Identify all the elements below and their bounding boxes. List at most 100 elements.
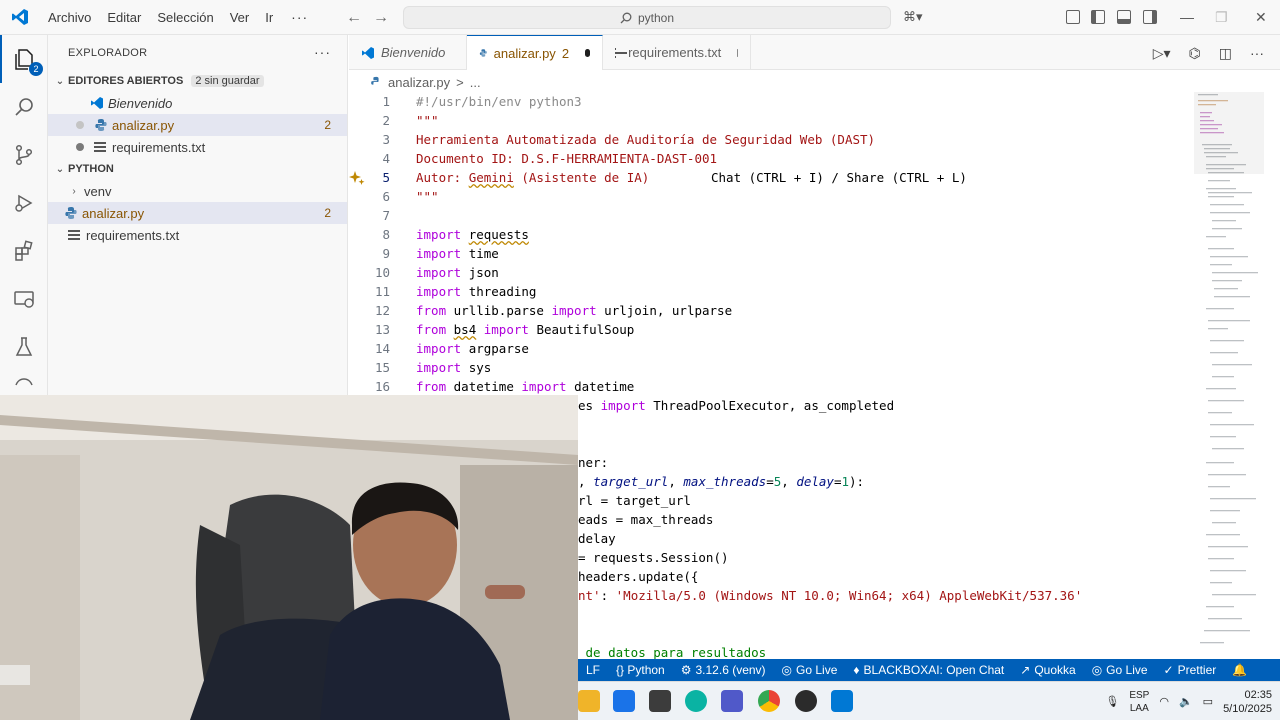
search-text: python [637,10,675,25]
status-language[interactable]: {} Python [608,663,673,677]
unsaved-dot-icon[interactable] [585,49,590,57]
minimize-icon[interactable]: — [1180,9,1194,25]
explorer-badge: 2 [29,62,43,76]
line-number: 6 [382,189,390,204]
file-explorer-icon[interactable] [578,690,600,712]
input-language[interactable]: ESP LAA [1129,689,1149,715]
source-control-icon[interactable] [0,131,48,179]
forward-arrow-icon[interactable]: → [373,9,389,27]
minimap[interactable] [1194,92,1264,652]
microphone-icon[interactable]: 🎙 [1105,695,1119,708]
volume-icon[interactable]: 🔈 [1179,695,1193,708]
menu-ir[interactable]: Ir [257,0,281,35]
tab-bienvenido[interactable]: Bienvenido [349,35,467,70]
breadcrumb-file[interactable]: analizar.py [388,75,450,90]
close-icon[interactable]: ✕ [1255,9,1267,26]
extensions-icon[interactable] [0,227,48,275]
back-arrow-icon[interactable]: ← [346,9,362,27]
run-icon[interactable]: ▷▾ [1153,45,1171,62]
webcam-image [0,395,578,720]
status-interpreter[interactable]: ⚙ 3.12.6 (venv) [673,663,774,677]
breadcrumb-separator: > [456,74,464,90]
code-line: import argparse [416,341,529,356]
line-number: 11 [374,284,390,299]
status-blackbox[interactable]: ♦ BLACKBOXAI: Open Chat [845,663,1012,677]
file-requirements[interactable]: requirements.txt [48,224,347,246]
teams-icon[interactable] [721,690,743,712]
github-desktop-icon[interactable] [795,690,817,712]
store-icon[interactable] [613,690,635,712]
run-debug-icon[interactable] [0,179,48,227]
python-folder-header[interactable]: ⌄ PYTHON [48,158,347,180]
search-icon [620,12,632,23]
line-number: 8 [382,227,390,242]
explorer-icon[interactable]: 2 [0,35,48,83]
code-line: from urllib.parse import urljoin, urlpar… [416,303,733,318]
python-file-icon [479,49,487,57]
tab-analizar[interactable]: analizar.py 2 [467,35,603,70]
menu-seleccion[interactable]: Selección [149,0,221,35]
inline-chat-hint: Chat (CTRL + I) / Share (CTRL + L) [711,170,967,185]
copilot-app-icon[interactable] [685,690,707,712]
toggle-sidebar-icon[interactable] [1091,10,1105,24]
battery-icon[interactable]: ▭ [1203,695,1213,708]
file-label: analizar.py [82,205,145,221]
remote-explorer-icon[interactable] [0,275,48,323]
webcam-overlay [0,395,578,720]
tab-label: requirements.txt [628,45,722,60]
open-editors-header[interactable]: ⌄ EDITORES ABIERTOS 2 sin guardar [48,70,347,92]
customize-layout-icon[interactable] [1066,10,1080,24]
python-file-icon [371,76,379,85]
status-quokka[interactable]: ↗ Quokka [1012,663,1083,677]
unsaved-dot-icon[interactable] [737,48,738,57]
open-editor-requirements[interactable]: requirements.txt [48,136,347,158]
code-line: es import ThreadPoolExecutor, as_complet… [578,398,895,413]
minimap-slider[interactable] [1194,92,1264,174]
code-line: rl = target_url [578,493,691,508]
command-center-search[interactable]: python [403,6,891,29]
breadcrumb-symbol[interactable]: ... [470,75,481,90]
menu-editar[interactable]: Editar [99,0,149,35]
status-go-live[interactable]: ◎ Go Live [774,663,846,677]
status-go-live-2[interactable]: ◎ Go Live [1084,663,1156,677]
open-editor-analizar[interactable]: analizar.py 2 [48,114,347,136]
code-line: Documento ID: D.S.F-HERRAMIENTA-DAST-001 [416,151,718,166]
accounts-icon[interactable] [0,371,48,395]
file-analizar[interactable]: analizar.py 2 [48,202,347,224]
toggle-panel-icon[interactable] [1117,10,1131,24]
python-env-icon: ⚙ [680,663,692,677]
status-prettier[interactable]: ✓ Prettier [1156,663,1225,677]
clock[interactable]: 02:35 5/10/2025 [1223,688,1272,716]
open-editor-bienvenido[interactable]: Bienvenido [48,92,347,114]
testing-icon[interactable] [0,323,48,371]
line-number: 7 [382,208,390,223]
chrome-icon[interactable] [758,690,780,712]
copilot-menu-icon[interactable]: ⌘▾ [903,9,923,25]
restore-icon[interactable]: ❐ [1215,9,1228,26]
app-icon[interactable] [649,690,671,712]
wifi-icon[interactable]: ◠ [1159,695,1169,708]
open-editor-label: analizar.py [112,117,175,133]
more-actions-icon[interactable]: ··· [1250,45,1264,62]
open-editor-label: requirements.txt [112,139,206,155]
copilot-icon[interactable]: ⌬ [1189,45,1201,62]
search-icon[interactable] [0,83,48,131]
open-editor-label: Bienvenido [108,95,173,111]
code-line: delay [578,531,616,546]
sidebar-more-button[interactable]: ··· [314,44,331,60]
vscode-taskbar-icon[interactable] [831,690,853,712]
menu-ver[interactable]: Ver [222,0,258,35]
status-eol[interactable]: LF [578,663,608,677]
explorer-sidebar: EXPLORADOR ··· ⌄ EDITORES ABIERTOS 2 sin… [48,35,348,395]
folder-label: PYTHON [68,163,114,175]
folder-venv[interactable]: › venv [48,180,347,202]
menu-more-button[interactable]: ··· [281,0,318,35]
line-number: 4 [382,151,390,166]
code-line: """ [416,113,439,128]
notifications-bell-icon[interactable]: 🔔 [1224,663,1255,677]
menu-archivo[interactable]: Archivo [40,0,99,35]
toggle-secondary-sidebar-icon[interactable] [1143,10,1157,24]
line-number: 12 [374,303,390,318]
tab-requirements[interactable]: requirements.txt [603,35,751,70]
split-editor-icon[interactable]: ◫ [1219,45,1232,62]
